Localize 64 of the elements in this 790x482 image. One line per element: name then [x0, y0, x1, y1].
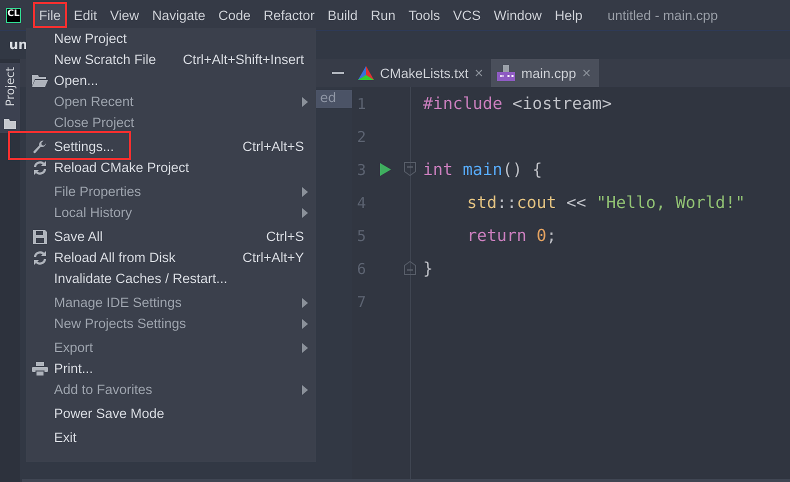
menu-item[interactable]: Exit [26, 427, 316, 448]
submenu-arrow-icon [302, 186, 308, 196]
code-line: std::cout << "Hello, World!" [466, 193, 746, 212]
menu-item[interactable]: Local History [26, 202, 316, 223]
menu-bar-item[interactable]: Window [488, 2, 548, 28]
submenu-arrow-icon [302, 384, 308, 394]
menu-item[interactable]: Settings... Ctrl+Alt+S [26, 136, 316, 157]
triangle-icon [358, 66, 374, 80]
wrench-icon [33, 140, 47, 154]
menu-bar-item[interactable]: Code [212, 2, 257, 28]
submenu-arrow-icon [302, 208, 308, 218]
printer-icon [32, 362, 48, 376]
menu-item[interactable]: Power Save Mode [26, 403, 316, 424]
shortcut-text: Ctrl+S [266, 229, 304, 244]
submenu-arrow-icon [302, 96, 308, 106]
shortcut-text: Ctrl+Alt+S [242, 139, 304, 154]
code-line: #include <iostream> [423, 94, 612, 113]
menu-bar-item[interactable]: Run [364, 2, 402, 28]
menu-bar-item[interactable]: Edit [68, 2, 104, 28]
code-line: int main() { [423, 160, 542, 179]
menu-item[interactable]: Manage IDE Settings [26, 292, 316, 313]
editor-tab[interactable]: main.cpp × [491, 59, 599, 87]
menu-item[interactable]: File Properties [26, 181, 316, 202]
submenu-arrow-icon [302, 318, 308, 328]
code-line: } [423, 259, 433, 278]
code-line: return 0; [466, 226, 556, 245]
menu-bar-item[interactable]: File [33, 2, 67, 28]
menu-item[interactable]: New Scratch File Ctrl+Alt+Shift+Insert [26, 49, 316, 70]
submenu-arrow-icon [302, 342, 308, 352]
app-logo: CL [6, 8, 21, 22]
menu-item[interactable]: New Projects Settings [26, 313, 316, 334]
project-tool-tab[interactable]: Project [0, 63, 20, 133]
menu-bar-item[interactable]: Build [322, 2, 364, 28]
fold-marker-icon[interactable] [404, 261, 416, 275]
menu-bar-item[interactable]: Navigate [146, 2, 212, 28]
menu-item[interactable]: Print... [26, 358, 316, 379]
menu-item[interactable]: Export [26, 337, 316, 358]
menu-item[interactable]: Close Project [26, 112, 316, 133]
menu-item[interactable]: Open... [26, 70, 316, 91]
editor-tab[interactable]: CMakeLists.txt × [352, 59, 492, 87]
shortcut-text: Ctrl+Alt+Y [242, 250, 304, 265]
folder-icon [4, 118, 16, 129]
project-name: un [9, 38, 28, 52]
menu-bar-item[interactable]: VCS [446, 2, 487, 28]
menu-item[interactable]: Save All Ctrl+S [26, 226, 316, 247]
fold-marker-icon[interactable] [404, 162, 416, 176]
run-icon[interactable] [380, 163, 391, 176]
file-icon [497, 65, 516, 81]
window-title: untitled - main.cpp [608, 8, 718, 22]
menu-item[interactable]: Invalidate Caches / Restart... [26, 268, 316, 289]
menu-item[interactable]: Open Recent [26, 91, 316, 112]
menu-bar-item[interactable]: Refactor [258, 2, 321, 28]
menu-item[interactable]: New Project [26, 28, 316, 49]
folder-icon [32, 74, 48, 87]
menu-item[interactable]: Reload All from Disk Ctrl+Alt+Y [26, 247, 316, 268]
sync-icon [33, 250, 47, 264]
menu-bar-item[interactable]: View [104, 2, 146, 28]
sync-icon [33, 160, 47, 174]
menu-item[interactable]: Add to Favorites [26, 379, 316, 400]
menu-item[interactable]: Reload CMake Project [26, 157, 316, 178]
submenu-arrow-icon [302, 298, 308, 308]
shortcut-text: Ctrl+Alt+Shift+Insert [182, 52, 304, 67]
menu-bar-item[interactable]: Help [548, 2, 589, 28]
menu-bar-item[interactable]: Tools [402, 2, 446, 28]
